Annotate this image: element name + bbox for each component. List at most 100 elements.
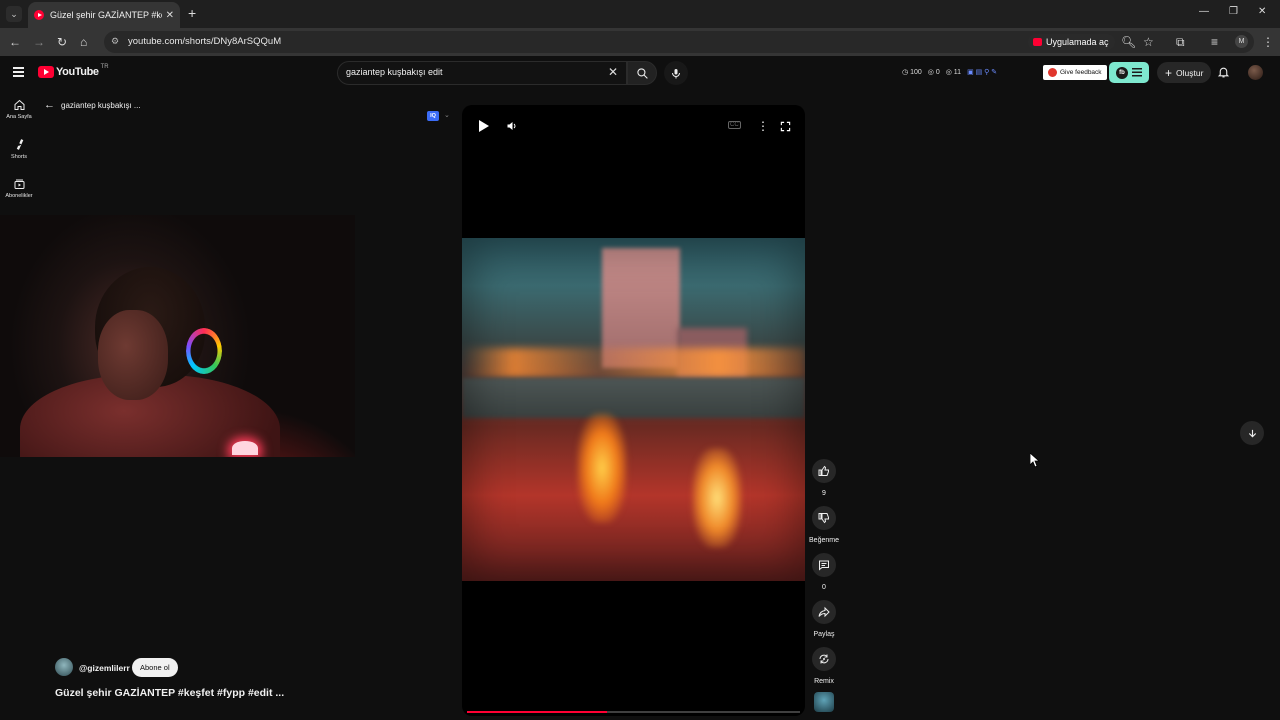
youtube-favicon-icon bbox=[34, 10, 44, 20]
browser-tab[interactable]: Güzel şehir GAZİANTEP #keşfet ✕ bbox=[28, 2, 180, 28]
back-to-search-row[interactable]: ← gaziantep kuşbakışı ... bbox=[44, 99, 141, 111]
extension-toggle-button[interactable]: fb bbox=[1109, 62, 1149, 83]
comments-button[interactable]: 0 bbox=[806, 553, 842, 591]
share-label: Paylaş bbox=[813, 631, 835, 638]
views-stat: ◷ 100 bbox=[902, 69, 922, 76]
remix-button[interactable]: Remix bbox=[806, 647, 842, 685]
extension-stats: ◷ 100 ◎ 0 ◎ 11 ▣ ▤ ⚲ ✎ bbox=[902, 68, 997, 76]
guide-item-shorts[interactable]: Shorts bbox=[0, 138, 38, 160]
home-button-icon[interactable]: ⌂ bbox=[80, 35, 87, 49]
reload-icon[interactable]: ↻ bbox=[57, 35, 67, 49]
bookmark-star-icon[interactable]: ☆ bbox=[1143, 35, 1154, 49]
logo-wordmark: YouTube bbox=[56, 66, 99, 78]
sound-thumbnail[interactable] bbox=[814, 692, 834, 712]
comments-stat: ◎ 11 bbox=[945, 69, 962, 76]
new-tab-button[interactable]: + bbox=[188, 5, 196, 21]
search-icon bbox=[636, 67, 648, 79]
tab-title: Güzel şehir GAZİANTEP #keşfet bbox=[50, 10, 162, 20]
webcam-overlay bbox=[0, 215, 355, 457]
dislike-label: Beğenme bbox=[809, 537, 839, 544]
site-info-icon[interactable]: ⚙ bbox=[111, 36, 119, 47]
shorts-icon bbox=[16, 139, 23, 150]
webcam-light-glow bbox=[232, 441, 258, 455]
list-icon bbox=[1132, 68, 1142, 77]
subscribe-button[interactable]: Abone ol bbox=[132, 658, 178, 677]
search-button[interactable] bbox=[627, 61, 657, 85]
chevron-down-icon[interactable]: ⌄ bbox=[444, 111, 450, 119]
close-window-button[interactable]: ✕ bbox=[1258, 6, 1266, 17]
guide-item-subscriptions[interactable]: Abonelikler bbox=[0, 178, 38, 199]
like-button[interactable]: 9 bbox=[806, 459, 842, 497]
subscriptions-icon bbox=[14, 179, 24, 189]
open-in-app-label: Uygulamada aç bbox=[1046, 37, 1109, 47]
extension-logo-icon: fb bbox=[1116, 66, 1128, 79]
open-in-app-button[interactable]: Uygulamada aç bbox=[1028, 34, 1115, 50]
rgb-headphone-ring bbox=[186, 328, 222, 374]
notifications-button[interactable] bbox=[1217, 65, 1230, 84]
forward-arrow-icon[interactable]: → bbox=[33, 35, 45, 49]
guide-item-label: Ana Sayfa bbox=[6, 114, 32, 120]
home-icon bbox=[14, 99, 24, 110]
progress-bar-fill bbox=[467, 711, 607, 713]
fullscreen-icon[interactable] bbox=[780, 121, 791, 132]
back-arrow-icon[interactable]: ← bbox=[44, 99, 55, 111]
video-frame[interactable] bbox=[462, 238, 805, 581]
comment-icon bbox=[819, 560, 829, 571]
video-title[interactable]: Güzel şehir GAZİANTEP #keşfet #fypp #edi… bbox=[55, 687, 284, 699]
thumbs-up-icon bbox=[818, 465, 829, 476]
extension-small-icons[interactable]: ▣ ▤ ⚲ ✎ bbox=[967, 68, 997, 76]
guide-item-label: Abonelikler bbox=[5, 193, 33, 199]
media-controls-icon[interactable]: ≡ bbox=[1211, 35, 1218, 49]
country-code: TR bbox=[100, 64, 109, 70]
like-count: 9 bbox=[822, 490, 826, 497]
views-count: 100 bbox=[910, 69, 922, 76]
create-label: Oluştur bbox=[1176, 67, 1204, 78]
profile-avatar-icon[interactable]: M bbox=[1235, 35, 1248, 48]
share-icon bbox=[818, 606, 830, 618]
channel-avatar[interactable] bbox=[55, 658, 73, 676]
share-button[interactable]: Paylaş bbox=[806, 600, 842, 638]
account-avatar[interactable] bbox=[1248, 65, 1263, 80]
comments-count: 11 bbox=[953, 69, 962, 76]
zoom-icon[interactable]: 🔍︎ bbox=[1121, 35, 1136, 49]
address-url[interactable]: youtube.com/shorts/DNy8ArSQQuM bbox=[128, 36, 281, 47]
likes-count: 0 bbox=[935, 69, 940, 76]
channel-handle[interactable]: @gizemlilerr bbox=[79, 663, 130, 673]
give-feedback-button[interactable]: Give feedback bbox=[1043, 65, 1107, 80]
captions-icon[interactable]: CC bbox=[728, 121, 741, 129]
youtube-logo[interactable]: YouTube TR bbox=[38, 64, 109, 78]
guide-menu-icon[interactable] bbox=[13, 67, 24, 79]
thumbs-down-icon bbox=[818, 513, 829, 524]
tab-search-button[interactable]: ⌄ bbox=[6, 6, 22, 22]
remix-icon bbox=[819, 654, 829, 664]
voice-search-button[interactable] bbox=[664, 61, 688, 85]
extension-iq-badge[interactable]: IQ bbox=[427, 111, 439, 121]
volume-icon[interactable] bbox=[506, 120, 518, 132]
subscribe-label: Abone ol bbox=[140, 663, 170, 672]
browser-tab-strip: ⌄ Güzel şehir GAZİANTEP #keşfet ✕ + — ❐ … bbox=[0, 0, 1280, 28]
comment-count: 0 bbox=[822, 584, 826, 591]
guide-item-home[interactable]: Ana Sayfa bbox=[0, 99, 38, 120]
give-feedback-label: Give feedback bbox=[1060, 69, 1102, 76]
mouse-cursor-icon bbox=[1030, 453, 1040, 468]
search-query-text[interactable]: gaziantep kuşbakışı edit bbox=[346, 67, 443, 77]
progress-bar[interactable] bbox=[467, 711, 800, 713]
frame-vignette bbox=[462, 238, 805, 581]
browser-menu-icon[interactable]: ⋮ bbox=[1262, 35, 1274, 49]
guide-item-label: Shorts bbox=[11, 154, 27, 160]
bell-icon bbox=[1217, 67, 1230, 78]
tab-close-icon[interactable]: ✕ bbox=[166, 10, 174, 21]
minimize-window-button[interactable]: — bbox=[1199, 6, 1209, 17]
create-button[interactable]: + Oluştur bbox=[1157, 62, 1212, 83]
back-row-label: gaziantep kuşbakışı ... bbox=[61, 100, 141, 110]
restore-window-button[interactable]: ❐ bbox=[1229, 6, 1238, 17]
next-short-button[interactable] bbox=[1240, 421, 1264, 445]
dislike-button[interactable]: Beğenme bbox=[806, 506, 842, 544]
remix-label: Remix bbox=[814, 678, 834, 685]
play-icon[interactable] bbox=[479, 120, 489, 132]
more-options-icon[interactable]: ⋮ bbox=[757, 119, 769, 133]
likes-stat: ◎ 0 bbox=[927, 69, 940, 76]
clear-search-icon[interactable]: ✕ bbox=[608, 65, 618, 79]
extensions-icon[interactable]: ⧉ bbox=[1176, 35, 1185, 49]
back-arrow-icon[interactable]: ← bbox=[9, 35, 21, 49]
